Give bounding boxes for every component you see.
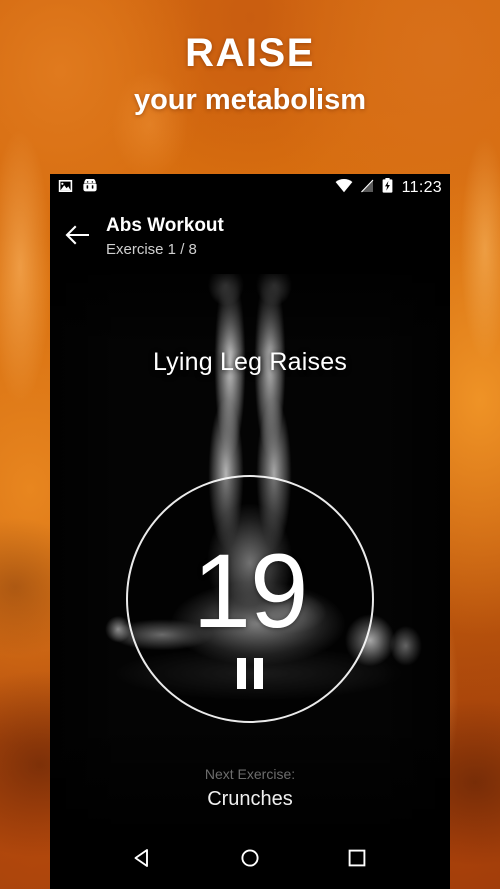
android-head-icon: [82, 176, 98, 198]
triangle-back-icon: [132, 847, 154, 874]
app-bar: Abs Workout Exercise 1 / 8: [50, 202, 450, 274]
nav-home-button[interactable]: [222, 837, 278, 883]
promo-screenshot: RAISE your metabolism 11:23 Abs Workout …: [0, 0, 500, 889]
wifi-icon: [335, 178, 353, 198]
app-bar-titles: Abs Workout Exercise 1 / 8: [106, 212, 224, 261]
pause-bar-left: [237, 658, 246, 689]
next-exercise-label: Next Exercise:: [204, 766, 296, 782]
workout-hero: Lying Leg Raises 19 Next Exercise: Crunc…: [50, 274, 450, 829]
exercise-progress: Exercise 1 / 8: [106, 241, 197, 258]
headline-primary: RAISE: [185, 31, 315, 75]
signal-no-sim-icon: [360, 179, 375, 198]
next-exercise-name: Crunches: [207, 788, 293, 810]
square-recents-icon: [346, 847, 368, 874]
timer-control[interactable]: 19: [126, 475, 374, 723]
exercise-name: Lying Leg Raises: [152, 348, 348, 376]
status-bar: 11:23: [50, 174, 450, 202]
image-icon: [58, 179, 73, 198]
pause-bar-right: [254, 658, 263, 689]
back-button[interactable]: [50, 212, 106, 262]
timer-circle[interactable]: 19: [126, 475, 374, 723]
circle-home-icon: [239, 847, 261, 874]
phone-screen: 11:23 Abs Workout Exercise 1 / 8 Lying L…: [50, 174, 450, 889]
promo-headline: RAISE your metabolism: [0, 30, 500, 120]
next-exercise-block: Next Exercise: Crunches: [50, 764, 450, 813]
status-bar-right-icons: 11:23: [335, 178, 442, 198]
nav-recents-button[interactable]: [329, 837, 385, 883]
battery-charging-icon: [382, 178, 393, 198]
timer-countdown: 19: [192, 533, 309, 650]
status-bar-left-icons: [58, 176, 98, 198]
headline-secondary: your metabolism: [133, 84, 367, 116]
nav-back-button[interactable]: [115, 837, 171, 883]
status-bar-clock: 11:23: [401, 179, 442, 196]
arrow-left-icon: [65, 225, 91, 250]
page-title: Abs Workout: [106, 215, 224, 236]
pause-icon[interactable]: [237, 658, 263, 689]
android-nav-bar: [50, 831, 450, 889]
